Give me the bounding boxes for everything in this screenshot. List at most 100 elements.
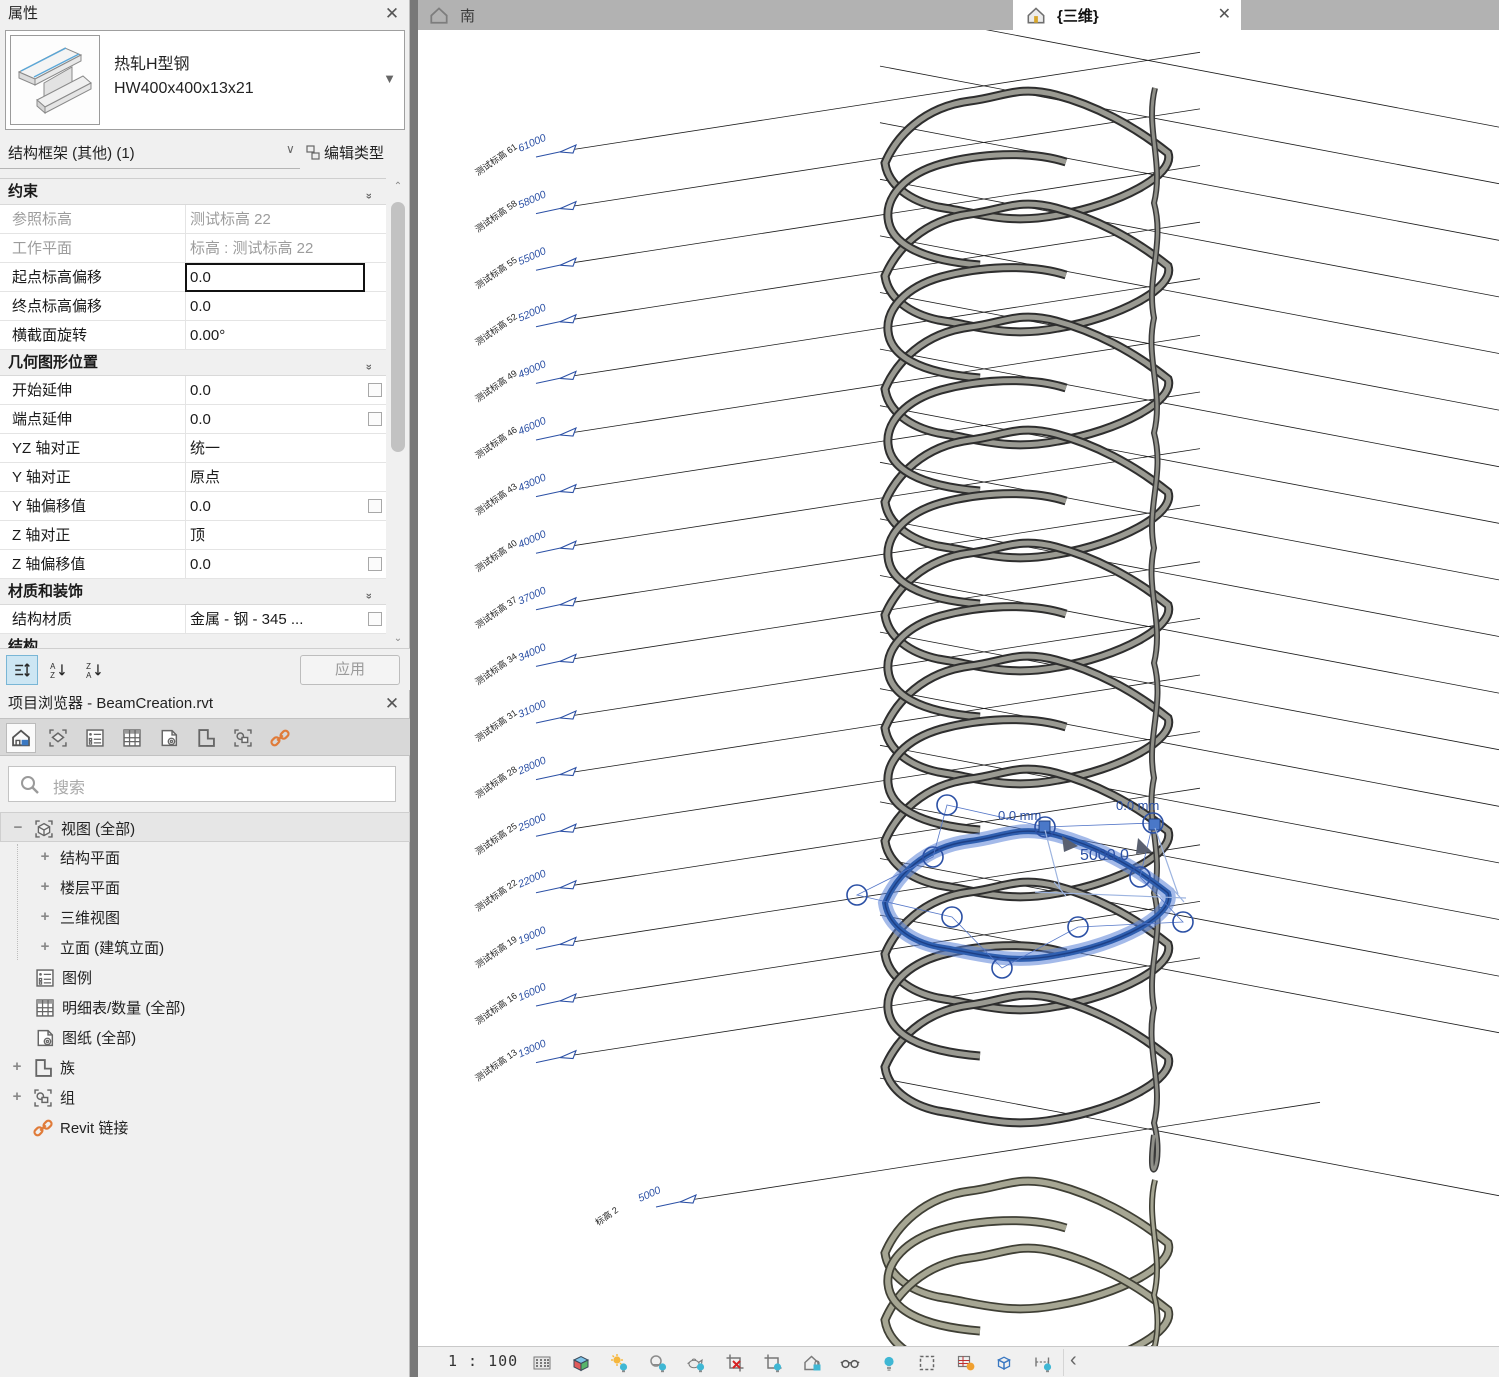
search-placeholder: 搜索 — [53, 774, 85, 798]
render-icon[interactable] — [684, 1351, 708, 1375]
tree-item-row5[interactable]: 图例 — [0, 962, 410, 992]
associate-parameter-checkbox[interactable] — [368, 383, 382, 397]
apply-button[interactable]: 应用 — [300, 655, 400, 685]
reveal-hidden-icon[interactable] — [877, 1351, 901, 1375]
beam-tower[interactable] — [885, 88, 1169, 1170]
sun-path-icon[interactable] — [607, 1351, 631, 1375]
visual-style-icon[interactable] — [569, 1351, 593, 1375]
level-tag[interactable]: 5000标高 2 — [593, 1078, 1499, 1228]
property-value[interactable]: 0.00° — [185, 321, 365, 350]
tab-3d[interactable]: {三维} ✕ — [1013, 0, 1241, 30]
section-header[interactable]: 几何图形位置« — [0, 350, 386, 376]
browser-close-icon[interactable]: ✕ — [381, 690, 403, 718]
tree-expand-icon[interactable]: + — [38, 848, 52, 865]
temporary-hide-icon[interactable] — [838, 1351, 862, 1375]
properties-scrollbar[interactable]: ⌃ ⌄ — [388, 178, 408, 648]
family-icon — [32, 1057, 54, 1083]
sort-az-icon[interactable]: AZ — [42, 655, 74, 685]
type-dropdown-icon[interactable]: ▼ — [383, 71, 396, 86]
views-home-icon[interactable] — [6, 723, 36, 753]
property-label: 横截面旋转 — [12, 321, 180, 350]
tree-item-row2[interactable]: +楼层平面 — [0, 872, 410, 902]
level-name: 测试标高 37 — [473, 594, 519, 631]
scroll-down-icon[interactable]: ⌄ — [388, 630, 408, 648]
viewport-3d[interactable]: 61000测试标高 6158000测试标高 5855000测试标高 555200… — [418, 30, 1499, 1346]
section-header[interactable]: 材质和装饰« — [0, 579, 386, 605]
tab-close-icon[interactable]: ✕ — [1218, 4, 1231, 24]
category-dropdown-icon[interactable]: ∨ — [286, 142, 295, 156]
tree-item-row4[interactable]: +立面 (建筑立面) — [0, 932, 410, 962]
tree-expand-icon[interactable]: + — [38, 878, 52, 895]
properties-close-icon[interactable]: ✕ — [381, 0, 403, 28]
property-value[interactable]: 原点 — [185, 463, 365, 492]
sort-za-icon[interactable]: ZA — [78, 655, 110, 685]
edit-type-button[interactable]: 编辑类型 — [306, 140, 384, 164]
tree-item-row6[interactable]: 明细表/数量 (全部) — [0, 992, 410, 1022]
property-value[interactable]: 0.0 — [185, 405, 365, 434]
drag-arrow[interactable] — [1136, 838, 1152, 854]
collapse-chevron-icon[interactable]: ‹ — [1070, 1349, 1077, 1372]
tab-south[interactable]: 南 — [418, 0, 475, 30]
beam-group-bottom[interactable] — [885, 1180, 1169, 1346]
detail-level-icon[interactable] — [530, 1351, 554, 1375]
associate-parameter-checkbox[interactable] — [368, 612, 382, 626]
property-value[interactable]: 0.0 — [185, 550, 365, 579]
section-header[interactable]: 约束« — [0, 179, 386, 205]
crop-off-icon[interactable] — [723, 1351, 747, 1375]
crop-region-icon[interactable] — [761, 1351, 785, 1375]
panel-divider[interactable] — [410, 0, 418, 1377]
locked-3d-icon[interactable] — [800, 1351, 824, 1375]
property-row: 起点标高偏移0.0 — [0, 263, 386, 292]
property-row: 结构材质金属 - 钢 - 345 ... — [0, 605, 386, 634]
search-box[interactable]: 搜索 — [8, 766, 396, 802]
selection-box-icon[interactable] — [915, 1351, 939, 1375]
family-icon[interactable] — [191, 723, 221, 753]
property-value[interactable]: 0.0 — [185, 263, 365, 292]
tree-expand-icon[interactable]: + — [38, 938, 52, 955]
tree-item-row3[interactable]: +三维视图 — [0, 902, 410, 932]
associate-parameter-checkbox[interactable] — [368, 499, 382, 513]
property-value[interactable]: 0.0 — [185, 376, 365, 405]
shadows-icon[interactable] — [646, 1351, 670, 1375]
tree-item-Revit[interactable]: Revit 链接 — [0, 1112, 410, 1142]
viewport-canvas[interactable]: 61000测试标高 6158000测试标高 5855000测试标高 555200… — [418, 30, 1499, 1346]
tree-item-row1[interactable]: +结构平面 — [0, 842, 410, 872]
section-header[interactable]: 结构« — [0, 634, 386, 648]
associate-parameter-checkbox[interactable] — [368, 412, 382, 426]
scale-label[interactable]: 1 : 100 — [448, 1352, 518, 1370]
property-value[interactable]: 0.0 — [185, 292, 365, 321]
property-value[interactable]: 顶 — [185, 521, 365, 550]
tree-item-row7[interactable]: 图纸 (全部) — [0, 1022, 410, 1052]
property-value[interactable]: 金属 - 钢 - 345 ... — [185, 605, 365, 634]
legend-icon[interactable] — [80, 723, 110, 753]
sheet-icon[interactable] — [154, 723, 184, 753]
tree-item-row8[interactable]: +族 — [0, 1052, 410, 1082]
category-label[interactable]: 结构框架 (其他) (1) — [8, 142, 135, 163]
home-icon — [428, 5, 450, 25]
section-collapse-icon[interactable]: « — [356, 593, 382, 599]
tree-expand-icon[interactable]: + — [38, 908, 52, 925]
scroll-thumb[interactable] — [391, 202, 405, 452]
section-collapse-icon[interactable]: « — [356, 364, 382, 370]
constraints-icon[interactable] — [1031, 1351, 1055, 1375]
property-value[interactable]: 统一 — [185, 434, 365, 463]
temporary-view-icon[interactable] — [954, 1351, 978, 1375]
tree-expand-icon[interactable]: − — [11, 819, 25, 836]
scroll-up-icon[interactable]: ⌃ — [388, 178, 408, 196]
box-select-icon[interactable] — [43, 723, 73, 753]
type-code: HW400x400x13x21 — [114, 77, 254, 101]
type-selector[interactable]: 热轧H型钢 HW400x400x13x21 ▼ — [5, 30, 405, 130]
group-icon[interactable] — [228, 723, 258, 753]
associate-parameter-checkbox[interactable] — [368, 557, 382, 571]
sort-menu-icon[interactable] — [6, 655, 38, 685]
link-icon[interactable] — [265, 723, 295, 753]
tree-expand-icon[interactable]: + — [10, 1088, 24, 1105]
tree-expand-icon[interactable]: + — [10, 1058, 24, 1075]
tree-item-row9[interactable]: +组 — [0, 1082, 410, 1112]
tree-item-row0[interactable]: −视图 (全部) — [0, 812, 410, 842]
level-name: 测试标高 61 — [473, 141, 519, 178]
section-collapse-icon[interactable]: « — [356, 193, 382, 199]
schedule-icon[interactable] — [117, 723, 147, 753]
property-value[interactable]: 0.0 — [185, 492, 365, 521]
displaced-elements-icon[interactable] — [992, 1351, 1016, 1375]
